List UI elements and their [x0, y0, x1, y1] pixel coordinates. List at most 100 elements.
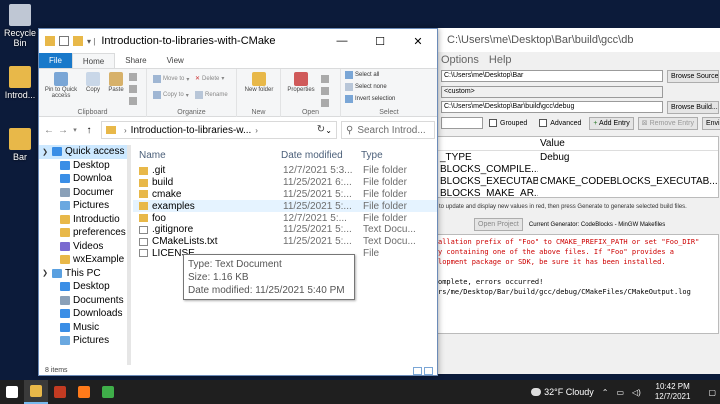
name-column-header[interactable]: Name — [133, 150, 281, 161]
cmake-search-input[interactable] — [441, 117, 483, 129]
file-row[interactable]: CMakeLists.txt 11/25/2021 5:... Text Docu.… — [133, 236, 437, 248]
notifications-icon[interactable]: ▢ — [708, 388, 716, 397]
chevron-right-icon[interactable]: ❯ — [41, 269, 49, 277]
invert-selection-button[interactable]: Invert selection — [345, 95, 395, 103]
value-column-header[interactable]: Value — [538, 138, 718, 149]
navigation-pane-splitter[interactable] — [127, 145, 131, 365]
desktop-icon-bar[interactable]: Bar — [2, 128, 38, 162]
new-folder-icon[interactable] — [73, 36, 83, 46]
open-button[interactable] — [321, 75, 331, 83]
select-none-button[interactable]: Select none — [345, 83, 387, 91]
date-column-header[interactable]: Date modified — [281, 150, 361, 161]
menu-help[interactable]: Help — [489, 54, 512, 66]
type-column-header[interactable]: Type — [361, 150, 383, 161]
new-folder-button[interactable]: New folder — [241, 72, 277, 93]
delete-button[interactable]: ✕ Delete ▾ — [195, 75, 224, 83]
pin-quick-access-button[interactable]: Pin to Quick access — [41, 72, 81, 99]
edit-button[interactable] — [321, 87, 331, 95]
clock[interactable]: 10:42 PM 12/7/2021 — [655, 382, 691, 402]
copy-button[interactable]: Copy — [83, 72, 103, 93]
cmake-title-bar[interactable]: C:\Users\me\Desktop\Bar\build\gcc\db — [419, 28, 720, 52]
file-row[interactable]: .gitignore 11/25/2021 5:... Text Docu... — [133, 224, 437, 236]
table-row[interactable]: BLOCKS_EXECUTAB... CMAKE_CODEBLOCKS_EXECU… — [438, 175, 718, 187]
table-row[interactable]: BLOCKS_COMPILE... — [438, 163, 718, 175]
sidebar-item[interactable]: Desktop — [39, 280, 131, 294]
browse-build-button[interactable]: Browse Build... — [667, 100, 719, 114]
paste-button[interactable]: Paste — [105, 72, 127, 93]
sidebar-item[interactable]: wxExample — [39, 253, 131, 267]
desktop-icon-recycle-bin[interactable]: Recycle Bin — [2, 4, 38, 48]
environment-button[interactable]: Environment... — [701, 116, 720, 130]
windows-start-icon[interactable] — [0, 380, 24, 404]
address-bar[interactable]: › Introduction-to-libraries-w... › ⌄ — [101, 121, 337, 139]
chevron-up-icon[interactable]: ⌃ — [602, 388, 609, 397]
navigation-pane[interactable]: ❯ Quick access Desktop Downloa Documer Pictur… — [39, 145, 131, 365]
sidebar-item[interactable]: Downloads — [39, 307, 131, 321]
add-entry-button[interactable]: + Add Entry — [589, 116, 634, 130]
properties-icon[interactable] — [59, 36, 69, 46]
remove-entry-button[interactable]: ⊠ Remove Entry — [637, 116, 698, 130]
tab-view[interactable]: View — [157, 53, 194, 68]
file-row[interactable]: build 11/25/2021 6:... File folder — [133, 177, 437, 189]
sidebar-item[interactable]: Downloa — [39, 172, 131, 186]
chevron-right-icon[interactable]: ❯ — [41, 148, 49, 156]
large-icons-view-icon[interactable] — [424, 366, 433, 375]
search-input[interactable]: ⚲ Search Introd... — [341, 121, 435, 139]
browse-source-button[interactable]: Browse Source... — [667, 69, 719, 83]
table-row[interactable]: _TYPE Debug — [438, 151, 718, 163]
sidebar-item[interactable]: ❯ Quick access — [39, 145, 131, 159]
open-project-button[interactable]: Open Project — [474, 218, 523, 231]
move-to-button[interactable]: Move to ▾ — [153, 75, 189, 83]
grouped-checkbox[interactable]: Grouped — [489, 119, 527, 127]
recent-locations-icon[interactable]: ▾ — [69, 126, 81, 134]
cut-button[interactable] — [129, 73, 139, 81]
sidebar-item[interactable]: Introductio — [39, 213, 131, 227]
source-path-input[interactable]: C:\Users\me\Desktop\Bar — [441, 70, 663, 82]
network-icon[interactable]: ▭ — [616, 388, 624, 397]
close-icon[interactable]: ✕ — [399, 35, 437, 48]
paste-shortcut-button[interactable] — [129, 97, 139, 105]
tab-file[interactable]: File — [39, 53, 72, 68]
back-arrow-icon[interactable]: ← — [43, 125, 55, 136]
copy-to-button[interactable]: Copy to ▾ — [153, 91, 189, 99]
details-view-icon[interactable] — [413, 366, 422, 375]
firefox-icon[interactable] — [72, 380, 96, 404]
properties-button[interactable]: Properties — [283, 72, 319, 93]
cache-table[interactable]: Value _TYPE Debug BLOCKS_COMPILE... BLOCK… — [437, 136, 719, 198]
sidebar-item[interactable]: Pictures — [39, 199, 131, 213]
file-explorer-icon[interactable] — [24, 380, 48, 404]
tab-home[interactable]: Home — [71, 53, 116, 68]
sidebar-item[interactable]: preferences — [39, 226, 131, 240]
minimize-icon[interactable]: — — [323, 35, 361, 48]
tab-share[interactable]: Share — [115, 53, 156, 68]
build-path-input[interactable]: C:\Users\me\Desktop\Bar\build\gcc\debug — [441, 101, 663, 113]
weather-text[interactable]: 32°F Cloudy — [544, 387, 594, 397]
sidebar-item[interactable]: Documents — [39, 294, 131, 308]
select-all-button[interactable]: Select all — [345, 71, 379, 79]
cmake-output-log[interactable]: allation prefix of "Foo" to CMAKE_PREFIX… — [437, 234, 719, 334]
sidebar-item[interactable]: ❯ This PC — [39, 267, 131, 281]
cmake-icon[interactable] — [96, 380, 120, 404]
sidebar-item[interactable]: Music — [39, 321, 131, 335]
history-button[interactable] — [321, 99, 331, 107]
rename-button[interactable]: Rename — [195, 91, 228, 99]
file-row[interactable]: cmake 11/25/2021 5:... File folder — [133, 189, 437, 201]
table-row[interactable]: BLOCKS_MAKE_AR... — [438, 187, 718, 198]
maximize-icon[interactable]: ☐ — [361, 35, 399, 48]
up-arrow-icon[interactable]: ↑ — [83, 125, 95, 136]
desktop-icon-introduction[interactable]: Introd... — [2, 66, 38, 100]
file-row[interactable]: foo 12/7/2021 5:... File folder — [133, 212, 437, 224]
file-explorer-window[interactable]: ▾ | Introduction-to-libraries-with-CMake… — [38, 28, 438, 376]
sidebar-item[interactable]: Videos — [39, 240, 131, 254]
forward-arrow-icon[interactable]: → — [57, 125, 69, 136]
file-row[interactable]: examples 11/25/2021 5:... File folder — [133, 200, 437, 213]
menu-options[interactable]: Options — [441, 54, 479, 66]
file-row[interactable]: .git 12/7/2021 5:3... File folder — [133, 165, 437, 177]
preset-select[interactable]: <custom> — [441, 86, 663, 98]
advanced-checkbox[interactable]: Advanced — [539, 119, 581, 127]
customize-dropdown-icon[interactable]: ▾ | — [87, 37, 95, 46]
copy-path-button[interactable] — [129, 85, 139, 93]
cmake-gui-window[interactable]: C:\Users\me\Desktop\Bar\build\gcc\db Opt… — [418, 28, 720, 374]
explorer-title-bar[interactable]: ▾ | Introduction-to-libraries-with-CMake… — [39, 29, 437, 53]
sidebar-item[interactable]: Documer — [39, 186, 131, 200]
